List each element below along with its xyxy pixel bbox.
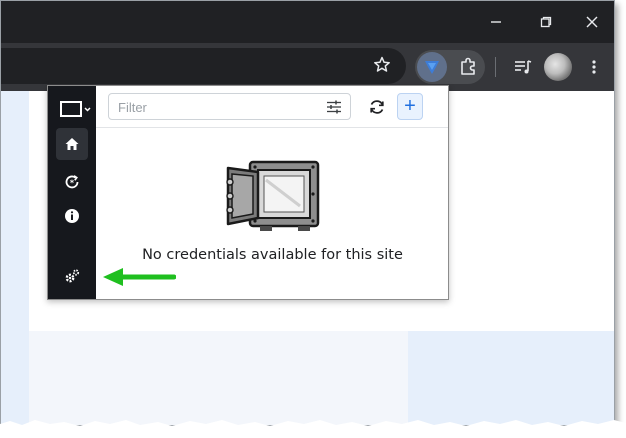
star-icon[interactable]	[370, 53, 394, 77]
torn-edge	[0, 420, 626, 438]
settings-icon[interactable]	[56, 260, 88, 292]
menu-icon[interactable]	[585, 55, 603, 79]
vault-illustration	[220, 158, 324, 232]
refresh-icon[interactable]	[366, 96, 388, 118]
avatar[interactable]	[544, 53, 572, 81]
annotation-arrow-icon	[101, 265, 177, 289]
recovery-icon[interactable]: *	[56, 166, 88, 198]
browser-toolbar	[1, 43, 614, 91]
page-bottom-right-section	[408, 331, 614, 425]
extension-active-icon[interactable]	[421, 56, 443, 78]
empty-state-message: No credentials available for this site	[142, 247, 403, 263]
home-icon[interactable]	[56, 128, 88, 160]
puzzle-icon[interactable]	[456, 55, 480, 79]
screenshot-frame: * Filter + No credentials available for …	[0, 0, 615, 426]
media-icon[interactable]	[511, 55, 535, 79]
popup-sidebar: *	[48, 86, 96, 299]
svg-text:*: *	[70, 178, 75, 187]
filter-settings-icon[interactable]	[326, 99, 342, 115]
page-left-strip	[1, 91, 29, 425]
maximize-icon[interactable]	[532, 9, 560, 35]
close-icon[interactable]	[578, 9, 606, 35]
popup-topbar: Filter +	[96, 86, 448, 128]
vault-switch-icon[interactable]	[58, 98, 92, 120]
minimize-icon[interactable]	[482, 9, 510, 35]
browser-titlebar	[1, 1, 614, 43]
filter-input[interactable]: Filter	[108, 93, 351, 120]
info-icon[interactable]	[56, 200, 88, 232]
toolbar-separator	[495, 57, 496, 77]
filter-placeholder: Filter	[118, 100, 147, 115]
address-bar[interactable]	[1, 48, 406, 84]
add-icon[interactable]: +	[397, 93, 423, 120]
